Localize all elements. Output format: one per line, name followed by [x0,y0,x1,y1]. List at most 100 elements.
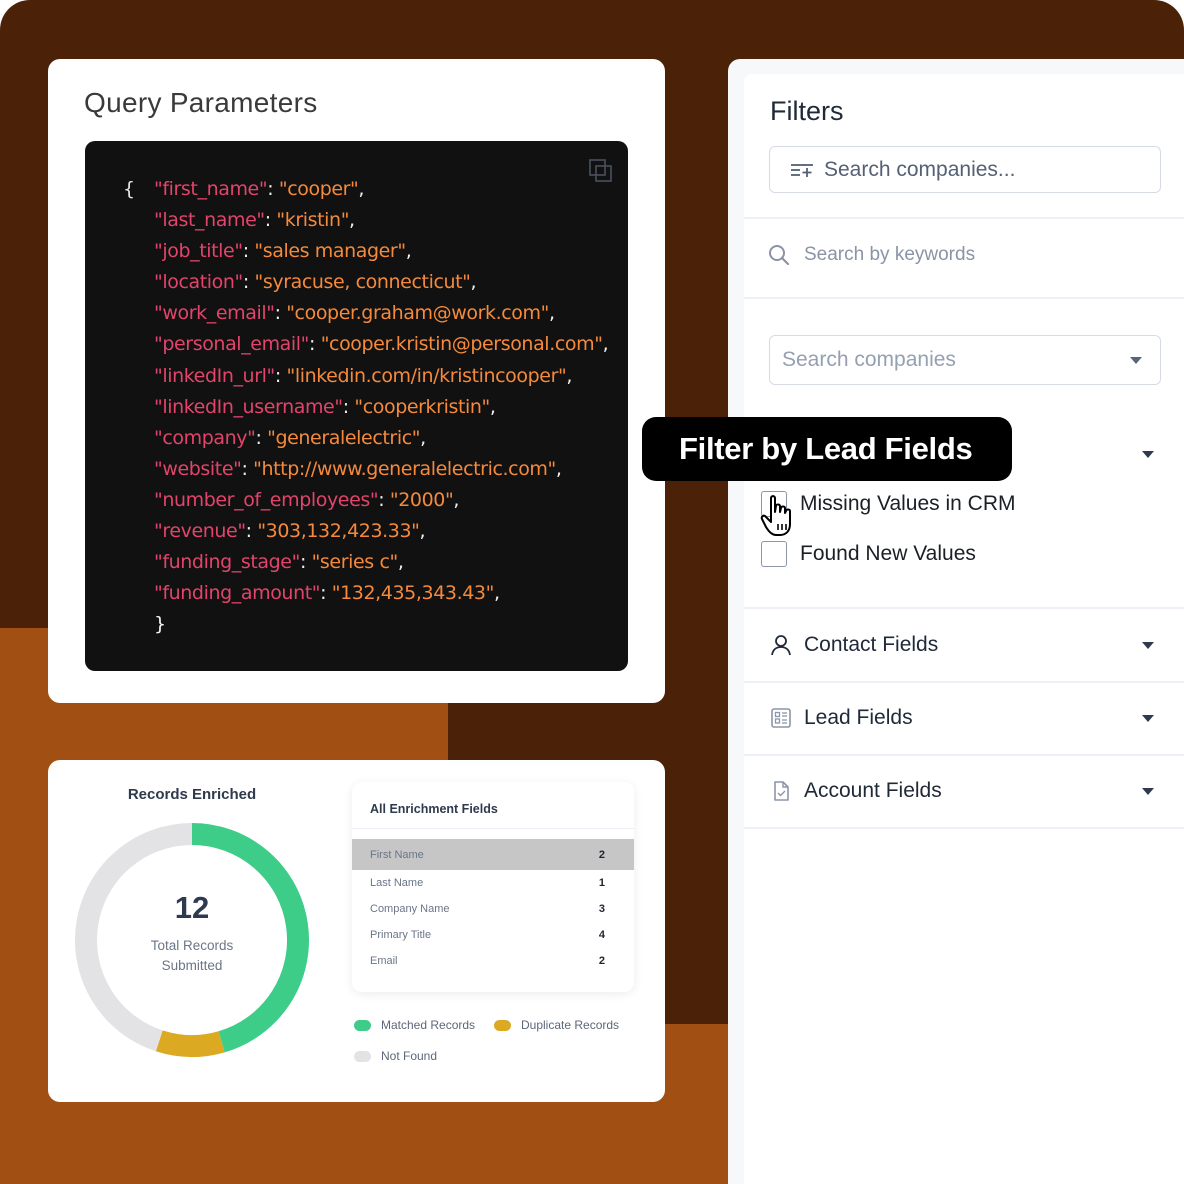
code-colon: : [267,178,279,200]
filter-add-icon [791,163,813,177]
code-value: "303,132,423.33" [257,520,420,543]
chevron-down-icon [1130,356,1142,364]
code-colon: : [255,426,268,449]
code-comma: , [602,333,609,356]
code-colon: : [378,488,390,511]
code-key: "number_of_employees" [154,488,379,511]
code-comma: , [349,209,355,232]
field-count: 1 [598,877,605,889]
open-brace [123,547,154,578]
records-enriched-card: Records Enriched 12 Total Records Submit… [48,760,665,1102]
code-line: "last_name": "kristin", [123,205,608,236]
code-block: {"first_name": "cooper", "last_name": "kr… [85,141,628,671]
legend-label: Duplicate Records [521,1018,620,1032]
code-key: "company" [154,426,256,449]
checkbox-missing-values[interactable]: Missing Values in CRM [761,491,1016,517]
chevron-down-icon[interactable] [1142,451,1154,458]
code-line: "location": "syracuse, connecticut", [123,267,608,298]
code-colon: : [242,271,255,294]
keywords-placeholder: Search by keywords [804,244,976,265]
code-key: "job_title" [154,240,243,263]
search-companies-input[interactable]: Search companies... [769,146,1161,193]
code-line: "company": "generalelectric", [123,423,608,454]
code-colon: : [274,302,287,325]
hand-cursor-icon [760,495,791,536]
code-line: "work_email": "cooper.graham@work.com", [123,298,608,329]
code-comma: , [405,240,412,263]
legend-label: Not Found [381,1049,438,1063]
code-value: "2000" [389,488,454,511]
company-select[interactable]: Search companies [769,335,1161,385]
code-comma: , [453,488,459,511]
code-line: "number_of_employees": "2000", [123,485,608,516]
records-enriched-title: Records Enriched [127,786,257,803]
code-colon: : [245,520,258,543]
keywords-search-input[interactable]: Search by keywords [768,244,975,266]
open-brace [123,392,154,423]
code-line: "linkedIn_username": "cooperkristin", [123,392,608,423]
checkbox-label: Missing Values in CRM [800,492,1016,515]
close-brace: } [154,613,166,636]
open-brace [123,361,154,392]
table-row[interactable]: First Name 2 [352,839,634,870]
legend-swatch [354,1050,371,1062]
code-colon: : [342,395,355,418]
code-colon: : [242,240,255,263]
section-account-fields[interactable]: Account Fields [744,755,1184,827]
open-brace [123,516,154,547]
section-contact-fields[interactable]: Contact Fields [744,609,1184,681]
enrichment-fields-title: All Enrichment Fields [352,782,634,829]
query-parameters-title: Query Parameters [84,87,318,118]
table-row[interactable]: Company Name 3 [352,896,634,922]
checkbox-found-new-values[interactable]: Found New Values [761,541,976,567]
code-value: "cooper" [278,178,359,200]
enrichment-fields-table: All Enrichment Fields First Name 2 Last Na… [352,782,634,992]
code-value: "generalelectric" [267,426,421,449]
table-row[interactable]: Last Name 1 [352,870,634,896]
open-brace [123,267,154,298]
tooltip-text: Filter by Lead Fields [679,431,973,466]
field-count: 3 [598,903,605,915]
code-value: "syracuse, connecticut" [254,271,471,294]
open-brace [123,329,154,360]
code-key: "linkedIn_username" [154,395,343,418]
list-icon [771,708,791,728]
field-name: Primary Title [370,929,432,941]
code-comma: , [397,551,404,574]
checkbox[interactable] [761,541,787,567]
open-brace [123,454,154,485]
code-line: "funding_stage": "series c", [123,547,608,578]
code-line: "revenue": "303,132,423.33", [123,516,608,547]
code-comma: , [493,582,500,605]
code-key: "personal_email" [154,333,310,356]
search-companies-placeholder: Search companies... [824,157,1016,181]
code-value: "cooper.graham@work.com" [286,302,549,325]
code-comma: , [548,302,555,325]
company-select-placeholder: Search companies [782,348,956,371]
code-colon: : [264,209,277,232]
code-line: "website": "http://www.generalelectric.c… [123,454,608,485]
legend-swatch [494,1019,511,1031]
document-check-icon [774,781,789,801]
code-comma: , [566,364,572,387]
code-colon: : [320,582,332,605]
legend-swatch [354,1019,371,1031]
code-value: "series c" [311,551,399,574]
code-value: "kristin" [276,209,350,232]
section-lead-fields[interactable]: Lead Fields [744,682,1184,754]
code-key: "work_email" [154,302,275,325]
code-key: "location" [154,271,243,294]
code-key: "first_name" [154,178,268,200]
divider [744,217,1184,219]
table-row[interactable]: Email 2 [352,948,634,974]
total-records-caption: Total Records Submitted [151,936,234,976]
legend-label: Matched Records [381,1018,476,1032]
open-brace: { [123,178,135,200]
code-value: "linkedin.com/in/kristincooper" [286,364,567,387]
code-key: "last_name" [154,209,265,232]
section-label: Contact Fields [804,633,939,656]
open-brace [123,205,154,236]
legend-item-matched: Matched Records [354,1018,475,1032]
code-comma: , [555,457,562,480]
table-row[interactable]: Primary Title 4 [352,922,634,948]
